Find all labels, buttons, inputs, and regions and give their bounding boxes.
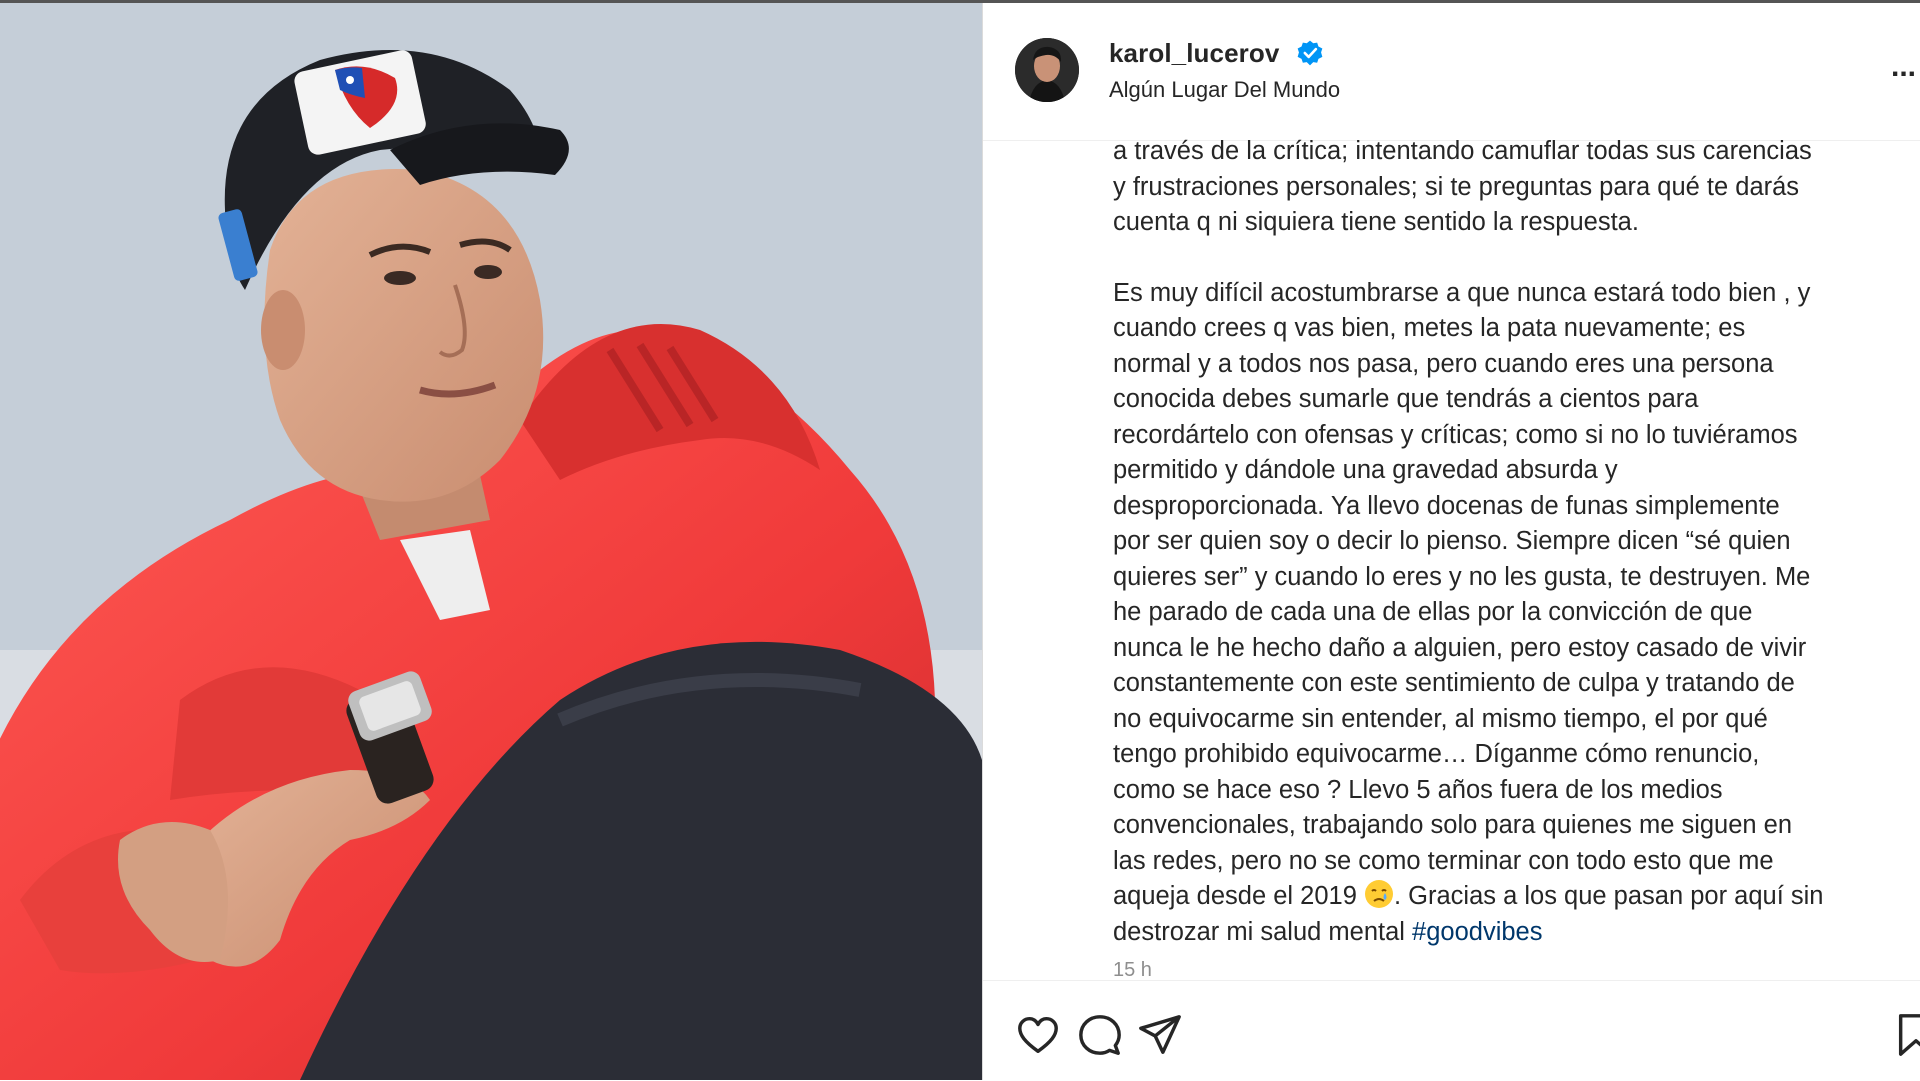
post-caption: a través de la crítica; intentando camuf… (1113, 134, 1913, 980)
paper-plane-icon[interactable] (1137, 1012, 1183, 1058)
crying-face-emoji (1364, 879, 1394, 909)
post-photo[interactable] (0, 0, 982, 1080)
more-options-icon[interactable]: ... (1891, 50, 1920, 90)
verified-badge-icon (1297, 40, 1323, 66)
photo-illustration (0, 0, 982, 1080)
caption-paragraph-2: Es muy difícil acostumbrarse a que nunca… (1113, 276, 1913, 951)
username[interactable]: karol_lucerov (1109, 38, 1279, 69)
avatar-photo (1015, 38, 1079, 102)
post-timestamp[interactable]: 15 h (1113, 956, 1913, 980)
avatar[interactable] (1015, 38, 1079, 102)
post-actions-bar (983, 980, 1920, 1081)
comment-bubble-icon[interactable] (1077, 1012, 1123, 1058)
post-location[interactable]: Algún Lugar Del Mundo (1109, 77, 1340, 103)
heart-icon[interactable] (1015, 1012, 1061, 1058)
window-top-strip (0, 0, 1920, 3)
caption-paragraph-1: a través de la crítica; intentando camuf… (1113, 137, 1812, 236)
post-header: karol_lucerov Algún Lugar Del Mundo ... (983, 0, 1920, 141)
post-detail-panel: karol_lucerov Algún Lugar Del Mundo ... … (983, 0, 1920, 1080)
hashtag-link[interactable]: #goodvibes (1412, 918, 1542, 946)
caption-paragraph-2-text: Es muy difícil acostumbrarse a que nunca… (1113, 278, 1811, 911)
bookmark-icon[interactable] (1893, 1012, 1920, 1058)
